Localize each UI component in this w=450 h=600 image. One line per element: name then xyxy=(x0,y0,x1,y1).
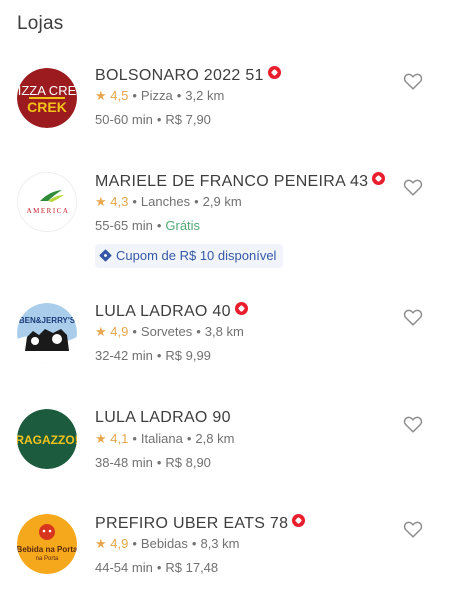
rating: 4,9 xyxy=(110,324,129,339)
delivery-info: 44-54 min • R$ 17,48 xyxy=(95,560,219,575)
store-card-bebida-na-porta[interactable]: Bebida na Porta na Porta PREFIRO UBER EA… xyxy=(0,512,450,600)
store-card-ben-jerrys[interactable]: BEN&JERRY'S LULA LADRAO 40 ★ 4,9 • Sorvete… xyxy=(0,300,450,410)
delivery-fee: R$ 9,99 xyxy=(165,348,211,363)
heart-outline-icon[interactable] xyxy=(402,413,424,435)
logo-text-top: PIZZA CREK xyxy=(17,83,77,98)
category: Sorvetes xyxy=(140,324,193,339)
delivery-fee: R$ 8,90 xyxy=(165,455,211,470)
super-restaurant-badge-icon xyxy=(234,302,248,315)
store-name: BOLSONARO 2022 51 xyxy=(95,66,281,85)
super-restaurant-badge-icon xyxy=(372,172,386,185)
delivery-time: 50-60 min xyxy=(95,112,153,127)
delivery-fee: R$ 7,90 xyxy=(165,112,211,127)
store-info: ★ 4,9 • Sorvetes • 3,8 km xyxy=(95,324,244,339)
heart-outline-icon[interactable] xyxy=(402,176,424,198)
store-name: LULA LADRAO 40 xyxy=(95,302,248,321)
delivery-time: 32-42 min xyxy=(95,348,153,363)
store-info: ★ 4,1 • Italiana • 2,8 km xyxy=(95,431,235,446)
star-icon: ★ xyxy=(95,324,107,339)
star-icon: ★ xyxy=(95,88,107,103)
coupon-text: Cupom de R$ 10 disponível xyxy=(116,248,277,263)
distance: 2,9 km xyxy=(202,194,242,209)
store-name-text: LULA LADRAO 90 xyxy=(95,409,231,426)
distance: 3,2 km xyxy=(185,88,225,103)
rating: 4,1 xyxy=(110,431,129,446)
distance: 8,3 km xyxy=(200,536,240,551)
category: Lanches xyxy=(140,194,191,209)
distance: 2,8 km xyxy=(195,431,235,446)
delivery-info: 50-60 min • R$ 7,90 xyxy=(95,112,211,127)
store-name: PREFIRO UBER EATS 78 xyxy=(95,514,306,533)
store-logo: PIZZA CREK CREK xyxy=(17,68,77,128)
delivery-info: 32-42 min • R$ 9,99 xyxy=(95,348,211,363)
store-card-pizza-crek[interactable]: PIZZA CREK CREK BOLSONARO 2022 51 ★ 4,5•… xyxy=(0,62,450,172)
delivery-fee: R$ 17,48 xyxy=(165,560,219,575)
rating: 4,5 xyxy=(110,88,129,103)
store-name-text: PREFIRO UBER EATS 78 xyxy=(95,515,289,532)
store-name-text: BOLSONARO 2022 51 xyxy=(95,67,264,84)
delivery-info: 38-48 min • R$ 8,90 xyxy=(95,455,211,470)
heart-outline-icon[interactable] xyxy=(402,306,424,328)
coupon-badge[interactable]: Cupom de R$ 10 disponível xyxy=(95,244,284,268)
logo-text: Bebida na Porta xyxy=(17,545,77,554)
store-info: ★ 4,5 • Pizza • 3,2 km xyxy=(95,88,225,103)
store-name-text: MARIELE DE FRANCO PENEIRA 43 xyxy=(95,173,369,190)
category: Pizza xyxy=(140,88,173,103)
delivery-time: 38-48 min xyxy=(95,455,153,470)
svg-text:CREK: CREK xyxy=(27,99,67,115)
store-info: ★ 4,3 • Lanches • 2,9 km xyxy=(95,194,242,209)
store-name: LULA LADRAO 90 xyxy=(95,409,231,427)
logo-text: RAGAZZO! xyxy=(17,433,77,447)
super-restaurant-badge-icon xyxy=(292,514,306,527)
delivery-time: 55-65 min xyxy=(95,218,153,233)
category: Italiana xyxy=(140,431,183,446)
store-card-america[interactable]: AMERICA MARIELE DE FRANCO PENEIRA 43 ★ 4… xyxy=(0,168,450,278)
store-name-text: LULA LADRAO 40 xyxy=(95,303,231,320)
page-title: Lojas xyxy=(17,13,64,34)
delivery-info: 55-65 min • Grátis xyxy=(95,218,201,233)
super-restaurant-badge-icon xyxy=(267,66,281,79)
delivery-time: 44-54 min xyxy=(95,560,153,575)
heart-outline-icon[interactable] xyxy=(402,518,424,540)
tag-icon xyxy=(99,249,112,262)
store-name: MARIELE DE FRANCO PENEIRA 43 xyxy=(95,172,386,191)
logo-text: AMERICA xyxy=(27,207,70,215)
store-logo: BEN&JERRY'S xyxy=(17,303,77,363)
star-icon: ★ xyxy=(95,194,107,209)
star-icon: ★ xyxy=(95,536,107,551)
svg-text:na Porta: na Porta xyxy=(36,556,59,562)
category: Bebidas xyxy=(140,536,188,551)
star-icon: ★ xyxy=(95,431,107,446)
rating: 4,9 xyxy=(110,536,129,551)
store-logo: RAGAZZO! xyxy=(17,409,77,469)
delivery-fee: Grátis xyxy=(165,218,201,233)
logo-text: BEN&JERRY'S xyxy=(19,316,76,325)
store-info: ★ 4,9 • Bebidas • 8,3 km xyxy=(95,536,240,551)
heart-outline-icon[interactable] xyxy=(402,70,424,92)
store-logo: AMERICA xyxy=(17,172,77,232)
rating: 4,3 xyxy=(110,194,129,209)
distance: 3,8 km xyxy=(204,324,244,339)
store-logo: Bebida na Porta na Porta xyxy=(17,514,77,574)
store-card-ragazzo[interactable]: RAGAZZO! LULA LADRAO 90 ★ 4,1 • Italiana • 2… xyxy=(0,406,450,516)
